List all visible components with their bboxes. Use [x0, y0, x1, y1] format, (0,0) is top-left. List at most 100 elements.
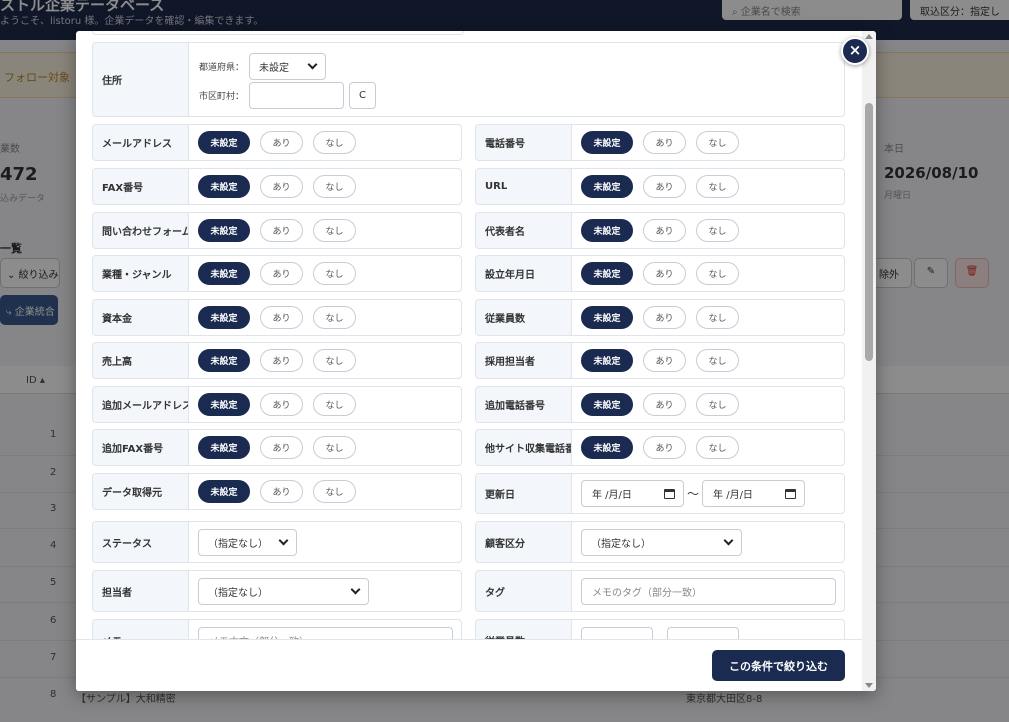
prefecture-select[interactable]: 未設定 [249, 53, 327, 80]
option-no[interactable]: なし [313, 480, 356, 503]
option-unset[interactable]: 未設定 [581, 393, 633, 416]
option-unset[interactable]: 未設定 [581, 131, 633, 154]
capital-toggle-group: 未設定 あり なし [198, 300, 356, 335]
option-no[interactable]: なし [313, 131, 356, 154]
tag-input[interactable]: メモのタグ（部分一致） [581, 577, 836, 605]
field-contact-form: 問い合わせフォーム 未設定 あり なし [92, 212, 462, 249]
scroll-up-icon[interactable] [865, 34, 873, 39]
fax-toggle-group: 未設定 あり なし [198, 169, 356, 204]
option-yes[interactable]: あり [260, 349, 303, 372]
extra-phone-toggle-group: 未設定 あり なし [581, 387, 739, 422]
clear-city-button[interactable]: C [349, 82, 377, 109]
field-other-site-phone: 他サイト収集電話番号 未設定 あり なし [475, 429, 845, 466]
option-yes[interactable]: あり [643, 219, 686, 242]
option-no[interactable]: なし [696, 436, 739, 459]
field-label: 更新日 [476, 474, 572, 513]
option-no[interactable]: なし [313, 436, 356, 459]
filter-modal-footer: この条件で絞り込む [76, 639, 862, 691]
updated-from-input[interactable]: 年 /月/日 [581, 480, 684, 507]
option-yes[interactable]: あり [260, 393, 303, 416]
option-no[interactable]: なし [313, 219, 356, 242]
option-yes[interactable]: あり [643, 349, 686, 372]
updated-to-input[interactable]: 年 /月/日 [702, 480, 806, 507]
option-unset[interactable]: 未設定 [581, 349, 633, 372]
field-employees-range: 従業員数 [475, 619, 845, 639]
field-label: 住所 [93, 43, 189, 116]
option-no[interactable]: なし [313, 175, 356, 198]
option-no[interactable]: なし [696, 393, 739, 416]
founded-toggle-group: 未設定 あり なし [581, 256, 739, 291]
option-yes[interactable]: あり [643, 306, 686, 329]
option-unset[interactable]: 未設定 [198, 393, 250, 416]
option-yes[interactable]: あり [643, 131, 686, 154]
option-yes[interactable]: あり [260, 219, 303, 242]
option-yes[interactable]: あり [260, 306, 303, 329]
option-unset[interactable]: 未設定 [581, 219, 633, 242]
option-yes[interactable]: あり [260, 262, 303, 285]
option-yes[interactable]: あり [643, 393, 686, 416]
field-founded: 設立年月日 未設定 あり なし [475, 255, 845, 292]
option-yes[interactable]: あり [643, 436, 686, 459]
option-no[interactable]: なし [313, 262, 356, 285]
option-unset[interactable]: 未設定 [198, 262, 250, 285]
employees-max-input[interactable] [667, 626, 739, 639]
extra-email-toggle-group: 未設定 あり なし [198, 387, 356, 422]
option-no[interactable]: なし [696, 349, 739, 372]
calendar-icon[interactable] [664, 488, 675, 499]
option-unset[interactable]: 未設定 [581, 306, 633, 329]
close-modal-button[interactable]: × [841, 37, 869, 65]
option-no[interactable]: なし [313, 306, 356, 329]
field-fax: FAX番号 未設定 あり なし [92, 168, 462, 205]
option-no[interactable]: なし [313, 349, 356, 372]
memo-input[interactable]: メモ本文（部分一致） [198, 626, 453, 639]
modal-scrollbar[interactable] [862, 31, 876, 691]
city-row: 市区町村： C [199, 82, 377, 109]
scrollbar-thumb[interactable] [865, 103, 873, 361]
option-unset[interactable]: 未設定 [198, 436, 250, 459]
customer-type-select[interactable]: （指定なし） [581, 528, 742, 556]
option-unset[interactable]: 未設定 [198, 480, 250, 503]
option-unset[interactable]: 未設定 [198, 349, 250, 372]
calendar-icon[interactable] [785, 488, 797, 499]
owner-select[interactable]: （指定なし） [198, 577, 369, 605]
industry-toggle-group: 未設定 あり なし [198, 256, 356, 291]
field-employees-toggle: 従業員数 未設定 あり なし [475, 299, 845, 336]
option-unset[interactable]: 未設定 [581, 436, 633, 459]
other-site-phone-toggle-group: 未設定 あり なし [581, 430, 739, 465]
option-unset[interactable]: 未設定 [581, 175, 633, 198]
extra-fax-toggle-group: 未設定 あり なし [198, 430, 356, 465]
employees-min-input[interactable] [581, 626, 653, 639]
option-unset[interactable]: 未設定 [198, 131, 250, 154]
option-no[interactable]: なし [696, 262, 739, 285]
field-label: 追加電話番号 [476, 387, 572, 422]
field-extra-email: 追加メールアドレス 未設定 あり なし [92, 386, 462, 423]
option-unset[interactable]: 未設定 [581, 262, 633, 285]
field-customer-type: 顧客区分 （指定なし） [475, 521, 845, 563]
field-label: 問い合わせフォーム [93, 213, 189, 248]
field-extra-phone: 追加電話番号 未設定 あり なし [475, 386, 845, 423]
option-unset[interactable]: 未設定 [198, 175, 250, 198]
option-no[interactable]: なし [696, 306, 739, 329]
option-yes[interactable]: あり [260, 131, 303, 154]
option-yes[interactable]: あり [260, 175, 303, 198]
option-unset[interactable]: 未設定 [198, 306, 250, 329]
field-industry: 業種・ジャンル 未設定 あり なし [92, 255, 462, 292]
field-label: 設立年月日 [476, 256, 572, 291]
status-select[interactable]: （指定なし） [198, 528, 297, 556]
apply-filter-button[interactable]: この条件で絞り込む [712, 650, 845, 681]
option-yes[interactable]: あり [643, 262, 686, 285]
option-no[interactable]: なし [696, 219, 739, 242]
city-input[interactable] [249, 82, 345, 109]
option-yes[interactable]: あり [643, 175, 686, 198]
field-extra-fax: 追加FAX番号 未設定 あり なし [92, 429, 462, 466]
field-label: 従業員数 [476, 300, 572, 335]
option-yes[interactable]: あり [260, 480, 303, 503]
option-no[interactable]: なし [313, 393, 356, 416]
field-url: URL 未設定 あり なし [475, 168, 845, 205]
scroll-down-icon[interactable] [865, 683, 873, 688]
field-representative: 代表者名 未設定 あり なし [475, 212, 845, 249]
option-no[interactable]: なし [696, 175, 739, 198]
option-unset[interactable]: 未設定 [198, 219, 250, 242]
option-yes[interactable]: あり [260, 436, 303, 459]
option-no[interactable]: なし [696, 131, 739, 154]
